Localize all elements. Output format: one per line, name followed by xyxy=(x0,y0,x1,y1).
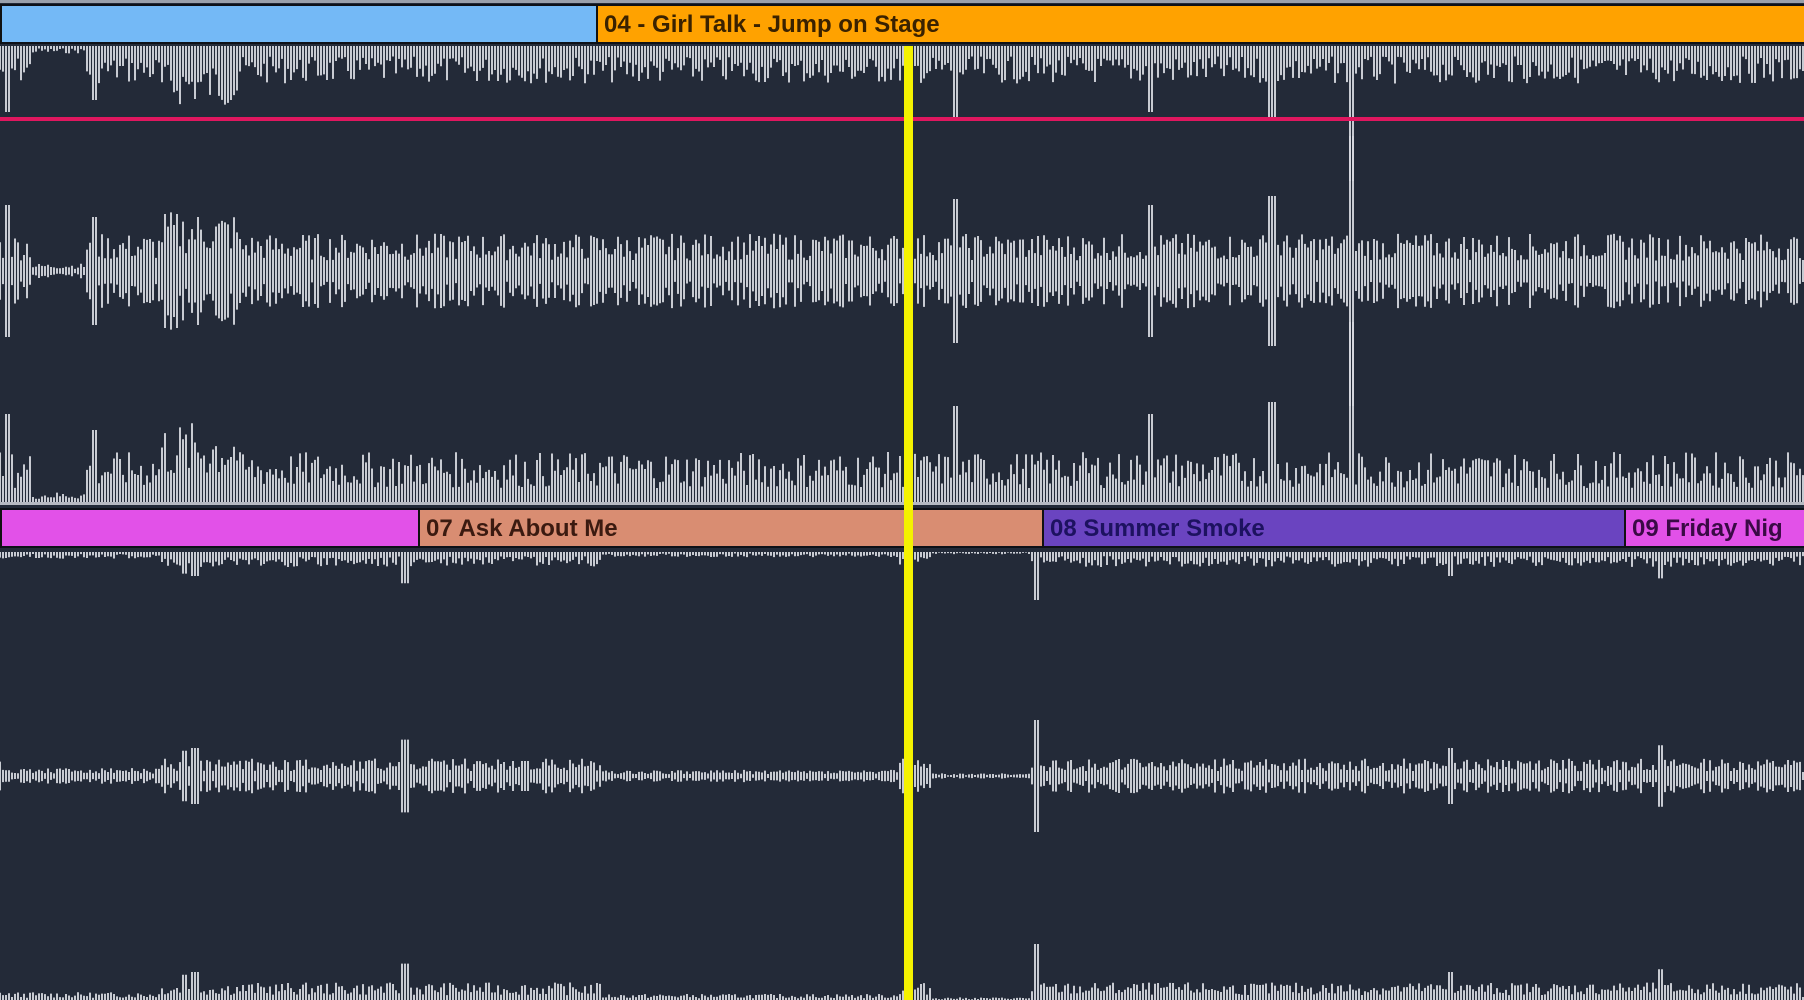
track2-waveform-area[interactable] xyxy=(0,552,1804,1000)
waveform-lane xyxy=(0,136,1804,406)
waveform-lane xyxy=(0,720,1804,832)
track2-clip-ask-about-me[interactable]: 07 Ask About Me xyxy=(418,508,1044,548)
track1-clip-1[interactable] xyxy=(0,4,598,44)
volume-envelope-line[interactable] xyxy=(0,117,1804,121)
waveform-lane xyxy=(0,46,1804,181)
track2-clip-friday-night[interactable]: 09 Friday Nig xyxy=(1624,508,1804,548)
timeline-ruler-edge xyxy=(0,0,1804,3)
waveform-lane xyxy=(0,322,1804,502)
track1-waveform xyxy=(0,46,1804,502)
track2-clip-1[interactable] xyxy=(0,508,420,548)
track2-waveform xyxy=(0,552,1804,1000)
track2-clip-summer-smoke[interactable]: 08 Summer Smoke xyxy=(1042,508,1626,548)
waveform-lane xyxy=(0,944,1804,1000)
playhead-cursor[interactable] xyxy=(904,46,913,1000)
track1-clip-girl-talk[interactable]: 04 - Girl Talk - Jump on Stage xyxy=(596,4,1804,44)
track-divider xyxy=(0,502,1804,505)
clip-label: 09 Friday Nig xyxy=(1632,515,1783,542)
clip-label: 04 - Girl Talk - Jump on Stage xyxy=(604,11,940,38)
clip-label: 08 Summer Smoke xyxy=(1050,515,1265,542)
waveform-lane xyxy=(0,552,1804,600)
track1-waveform-area[interactable] xyxy=(0,46,1804,502)
clip-label: 07 Ask About Me xyxy=(426,515,618,542)
